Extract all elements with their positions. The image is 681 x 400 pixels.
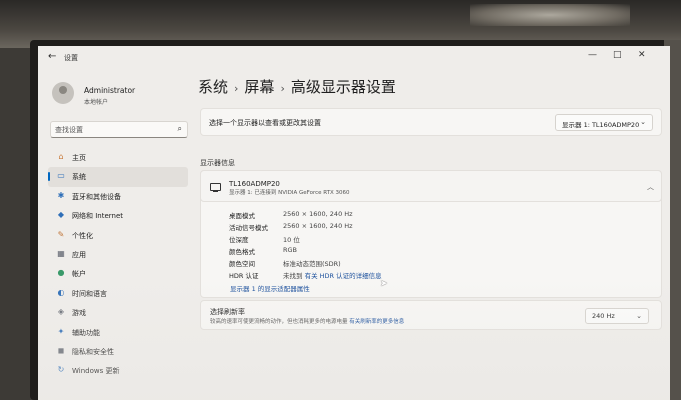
monitor-connection: 显示器 1: 已连接到 NVIDIA GeForce RTX 3060 [229, 190, 350, 196]
account-icon: ● [57, 268, 65, 278]
info-row-value: RGB [283, 246, 298, 254]
close-button[interactable]: ✕ [638, 50, 646, 60]
refresh-rate-card: 240 Hz ⌄ [200, 300, 662, 330]
info-row-value: 标准动态范围(SDR) [283, 260, 341, 268]
sidebar-item-label: 帐户 [72, 270, 86, 279]
user-name: Administrator [84, 86, 136, 95]
chevron-down-icon: ⌄ [640, 118, 646, 126]
info-row-value: 10 位 [283, 236, 300, 244]
refresh-rate-value: 240 Hz [592, 312, 615, 320]
search-placeholder: 查找设置 [55, 126, 83, 134]
breadcrumb-system[interactable]: 系统 [198, 78, 228, 96]
sidebar-item-label: 主页 [72, 154, 86, 162]
clock-globe-icon: ◐ [57, 287, 65, 297]
breadcrumb-separator: › [234, 82, 239, 95]
maximize-button[interactable]: □ [613, 50, 622, 60]
info-row-label: 颜色空间 [229, 260, 255, 268]
sidebar-item-label: 应用 [72, 250, 86, 259]
display-info-section-title: 显示器信息 [200, 159, 235, 167]
sidebar-item-label: 系统 [72, 173, 86, 182]
select-display-card: 选择一个显示器以查看或更改其设置 显示器 1: TL160ADMP20 ⌄ [200, 108, 662, 136]
monitor-name: TL160ADMP20 [229, 180, 280, 188]
game-controller-icon: ◈ [57, 307, 65, 317]
info-row-label: 桌面模式 [229, 212, 255, 220]
sidebar-item-label: 网络和 Internet [72, 212, 124, 221]
bluetooth-icon: ✱ [57, 190, 65, 200]
refresh-rate-description: 较高的速率可使更流畅的动作，但也消耗更多的电源电量 有关刷新率的更多信息 [210, 317, 404, 325]
display-select-value: 显示器 1: TL160ADMP20 [562, 121, 640, 129]
sidebar-item-label: 游戏 [72, 309, 86, 318]
hdr-status: 未找到 [283, 272, 303, 280]
refresh-rate-info-link[interactable]: 有关刷新率的更多信息 [349, 319, 404, 325]
adapter-properties-link[interactable]: 显示器 1 的显示适配器属性 [230, 283, 310, 293]
title-bar: ← 设置 — □ ✕ [38, 46, 670, 70]
sidebar-item-1[interactable]: ▭ 系统 [48, 167, 188, 187]
system-icon: ▭ [57, 171, 65, 181]
search-icon[interactable]: ⌕ [178, 124, 182, 134]
wifi-icon: ◆ [57, 210, 65, 220]
sidebar-item-11[interactable]: ↻ Windows 更新 [48, 361, 188, 380]
sidebar-item-label: 隐私和安全性 [72, 347, 114, 356]
sidebar-item-9[interactable]: ✦ 辅助功能 [48, 323, 188, 342]
minimize-button[interactable]: — [588, 50, 597, 60]
sidebar-item-3[interactable]: ◆ 网络和 Internet [48, 206, 188, 225]
apps-icon: ▦ [57, 248, 65, 258]
chevron-down-icon: ⌄ [636, 312, 642, 320]
monitor-icon [210, 183, 221, 192]
sidebar-item-7[interactable]: ◐ 时间和语言 [48, 284, 188, 303]
sidebar-item-label: 辅助功能 [72, 328, 100, 337]
sidebar-item-6[interactable]: ● 帐户 [48, 264, 188, 283]
info-row-label: 颜色格式 [229, 248, 255, 256]
info-row-value: 2560 × 1600, 240 Hz [283, 210, 353, 218]
brush-icon: ✎ [57, 229, 65, 239]
mouse-cursor-icon: ➤ [380, 279, 388, 289]
user-avatar[interactable] [52, 82, 74, 104]
shield-icon: ◼ [57, 345, 65, 355]
user-account-type: 本地帐户 [84, 99, 109, 106]
sidebar-item-0[interactable]: ⌂ 主页 [48, 148, 188, 167]
sidebar-item-label: 个性化 [72, 231, 93, 240]
home-icon: ⌂ [58, 152, 64, 161]
refresh-rate-title: 选择刷新率 [210, 308, 245, 316]
sidebar-item-8[interactable]: ◈ 游戏 [48, 303, 188, 322]
ceiling-light [470, 4, 630, 26]
sidebar-item-5[interactable]: ▦ 应用 [48, 245, 188, 264]
info-row-label: 位深度 [229, 236, 249, 244]
chevron-up-icon[interactable]: ︿ [647, 182, 654, 192]
page-title: 高级显示器设置 [290, 78, 396, 96]
breadcrumb: 系统 › 屏幕 › 高级显示器设置 [198, 76, 396, 97]
sidebar-item-2[interactable]: ✱ 蓝牙和其他设备 [48, 187, 188, 206]
info-row-value: 2560 × 1600, 240 Hz [283, 222, 353, 230]
settings-window: ← 设置 — □ ✕ Administrator 本地帐户 查找设置 ⌕ ⌂ 主页… [38, 46, 670, 400]
display-select-dropdown[interactable]: 显示器 1: TL160ADMP20 ⌄ [555, 114, 653, 131]
info-row-label: 活动信号模式 [229, 224, 268, 232]
select-display-label: 选择一个显示器以查看或更改其设置 [209, 119, 321, 127]
hdr-value: 未找到 有关 HDR 认证的详细信息 [283, 270, 382, 280]
accessibility-icon: ✦ [57, 326, 65, 336]
refresh-rate-dropdown[interactable]: 240 Hz ⌄ [585, 308, 649, 324]
search-input[interactable]: 查找设置 ⌕ [50, 121, 188, 138]
sidebar-item-label: Windows 更新 [72, 367, 120, 376]
back-arrow-icon[interactable]: ← [48, 51, 56, 62]
hdr-label: HDR 认证 [229, 272, 259, 280]
sidebar-item-4[interactable]: ✎ 个性化 [48, 226, 188, 245]
hdr-info-link[interactable]: 有关 HDR 认证的详细信息 [305, 272, 382, 280]
refresh-rate-desc-text: 较高的速率可使更流畅的动作，但也消耗更多的电源电量 [210, 319, 348, 325]
sidebar-item-label: 蓝牙和其他设备 [72, 192, 121, 201]
update-icon: ↻ [57, 365, 65, 375]
app-title: 设置 [64, 54, 78, 62]
sidebar-item-label: 时间和语言 [72, 289, 107, 298]
breadcrumb-separator: › [280, 82, 285, 95]
sidebar-nav: ⌂ 主页 ▭ 系统 ✱ 蓝牙和其他设备 ◆ 网络和 Internet ✎ 个性化 ▦ 应用 ● 帐户 ◐ 时间… [48, 148, 188, 381]
sidebar-item-10[interactable]: ◼ 隐私和安全性 [48, 342, 188, 361]
breadcrumb-display[interactable]: 屏幕 [244, 78, 274, 96]
